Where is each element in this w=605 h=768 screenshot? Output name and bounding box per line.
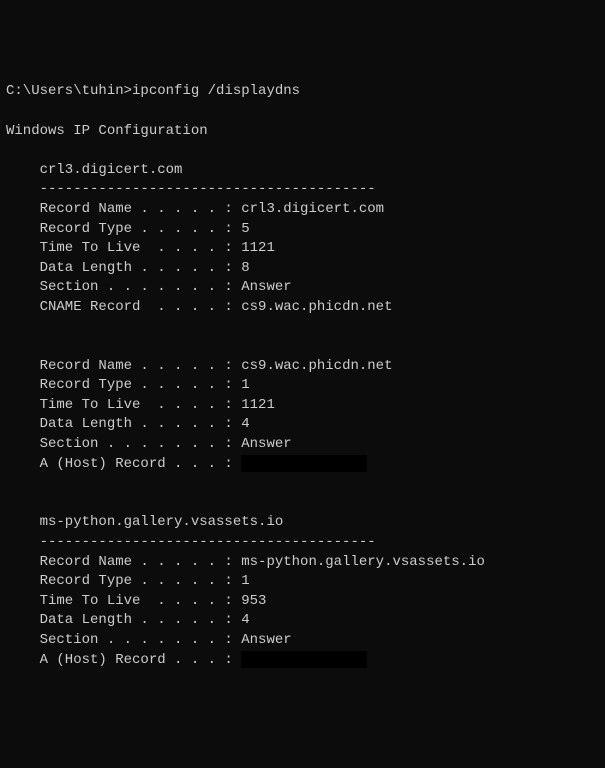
dns-field-line: A (Host) Record . . . : <box>6 651 599 671</box>
field-label: Section . . . . . . . : <box>6 435 241 455</box>
field-label: Record Type . . . . . : <box>6 220 241 240</box>
dns-field-line: Section . . . . . . . : Answer <box>6 631 599 651</box>
field-label: Time To Live . . . . : <box>6 592 241 612</box>
dns-field-line: Data Length . . . . . : 8 <box>6 259 599 279</box>
dns-field-line: Record Name . . . . . : cs9.wac.phicdn.n… <box>6 357 599 377</box>
terminal-output: C:\Users\tuhin>ipconfig /displaydns Windo… <box>6 82 599 670</box>
field-value: 1 <box>241 573 249 589</box>
header-line: Windows IP Configuration <box>6 122 599 142</box>
field-label: Data Length . . . . . : <box>6 611 241 631</box>
field-value: crl3.digicert.com <box>241 201 384 217</box>
field-value: 8 <box>241 260 249 276</box>
field-label: Time To Live . . . . : <box>6 396 241 416</box>
dns-field-line: Record Type . . . . . : 5 <box>6 220 599 240</box>
field-value: 953 <box>241 593 266 609</box>
dns-field-line: A (Host) Record . . . : <box>6 455 599 475</box>
dns-field-line: Time To Live . . . . : 1121 <box>6 239 599 259</box>
field-value: 4 <box>241 612 249 628</box>
field-label: Data Length . . . . . : <box>6 415 241 435</box>
blank-line <box>6 474 599 494</box>
field-label: Record Name . . . . . : <box>6 200 241 220</box>
field-value: ms-python.gallery.vsassets.io <box>241 554 485 570</box>
dns-hostname: crl3.digicert.com <box>6 162 182 178</box>
field-label: Record Type . . . . . : <box>6 376 241 396</box>
field-label: Time To Live . . . . : <box>6 239 241 259</box>
field-label: Section . . . . . . . : <box>6 278 241 298</box>
dns-field-line: CNAME Record . . . . : cs9.wac.phicdn.ne… <box>6 298 599 318</box>
dns-field-line: Data Length . . . . . : 4 <box>6 611 599 631</box>
field-label: Data Length . . . . . : <box>6 259 241 279</box>
field-label: Section . . . . . . . : <box>6 631 241 651</box>
field-label: Record Name . . . . . : <box>6 553 241 573</box>
redacted-value <box>241 455 367 472</box>
blank-line <box>6 141 599 161</box>
separator-dashes: ---------------------------------------- <box>6 181 376 197</box>
dns-field-line: Time To Live . . . . : 953 <box>6 592 599 612</box>
config-header: Windows IP Configuration <box>6 123 208 139</box>
separator-line: ---------------------------------------- <box>6 533 599 553</box>
command-text: ipconfig /displaydns <box>132 83 300 99</box>
hostname-line: crl3.digicert.com <box>6 161 599 181</box>
dns-field-line: Section . . . . . . . : Answer <box>6 278 599 298</box>
field-value: cs9.wac.phicdn.net <box>241 299 392 315</box>
field-value: Answer <box>241 279 291 295</box>
separator-dashes: ---------------------------------------- <box>6 534 376 550</box>
field-label: Record Name . . . . . : <box>6 357 241 377</box>
field-value: 1121 <box>241 240 275 256</box>
field-value: 5 <box>241 221 249 237</box>
field-label: A (Host) Record . . . : <box>6 455 241 475</box>
blank-line <box>6 337 599 357</box>
separator-line: ---------------------------------------- <box>6 180 599 200</box>
blank-line <box>6 318 599 338</box>
field-value: Answer <box>241 632 291 648</box>
field-label: Record Type . . . . . : <box>6 572 241 592</box>
prompt-path: C:\Users\tuhin> <box>6 83 132 99</box>
field-value: 4 <box>241 416 249 432</box>
dns-field-line: Record Name . . . . . : ms-python.galler… <box>6 553 599 573</box>
dns-field-line: Time To Live . . . . : 1121 <box>6 396 599 416</box>
field-value: Answer <box>241 436 291 452</box>
hostname-line: ms-python.gallery.vsassets.io <box>6 513 599 533</box>
blank-line <box>6 494 599 514</box>
redacted-value <box>241 651 367 668</box>
dns-field-line: Data Length . . . . . : 4 <box>6 415 599 435</box>
field-label: CNAME Record . . . . : <box>6 298 241 318</box>
dns-field-line: Record Type . . . . . : 1 <box>6 376 599 396</box>
field-label: A (Host) Record . . . : <box>6 651 241 671</box>
field-value: 1121 <box>241 397 275 413</box>
dns-field-line: Record Name . . . . . : crl3.digicert.co… <box>6 200 599 220</box>
field-value: 1 <box>241 377 249 393</box>
dns-field-line: Section . . . . . . . : Answer <box>6 435 599 455</box>
command-prompt-line: C:\Users\tuhin>ipconfig /displaydns <box>6 82 599 102</box>
blank-line <box>6 102 599 122</box>
dns-field-line: Record Type . . . . . : 1 <box>6 572 599 592</box>
field-value: cs9.wac.phicdn.net <box>241 358 392 374</box>
